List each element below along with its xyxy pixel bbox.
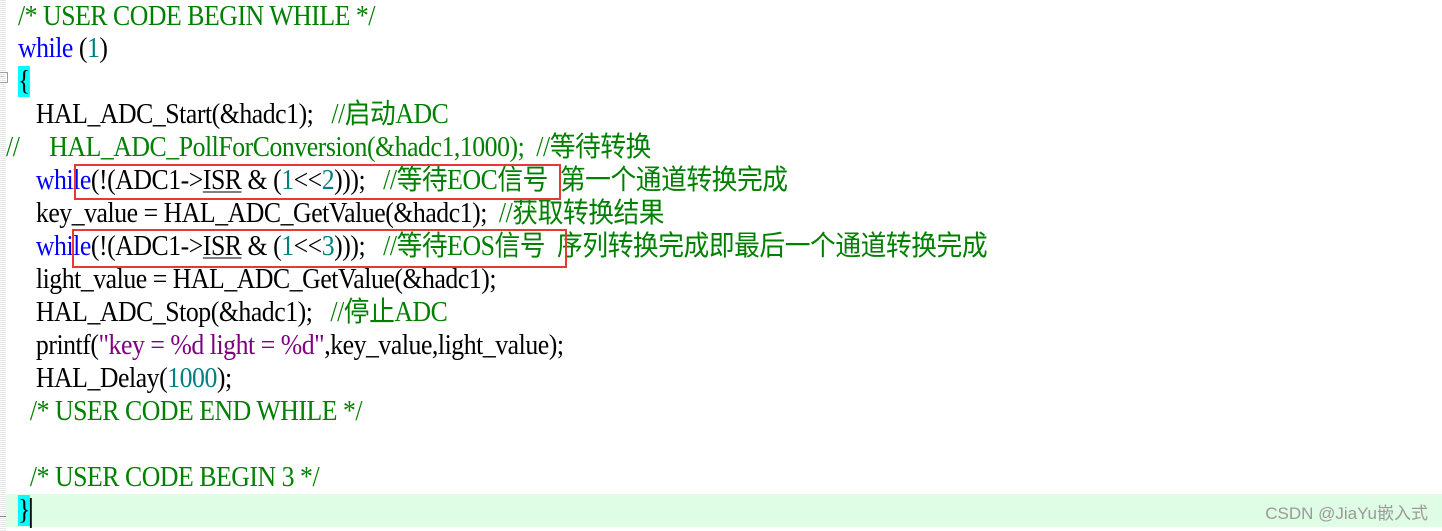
text-cursor bbox=[29, 497, 32, 528]
code-token: HAL_ADC_Start(&hadc1); bbox=[35, 99, 332, 130]
code-line[interactable]: key_value = HAL_ADC_GetValue(&hadc1); //… bbox=[6, 197, 1327, 230]
code-line[interactable]: /* USER CODE BEGIN 3 */ bbox=[6, 461, 1327, 494]
code-token: HAL_ADC_Stop(&hadc1); bbox=[35, 297, 331, 328]
code-line[interactable]: HAL_Delay(1000); bbox=[6, 362, 1327, 395]
code-comment: //启动ADC bbox=[331, 99, 449, 130]
code-line[interactable]: // HAL_ADC_PollForConversion(&hadc1,1000… bbox=[6, 131, 1327, 164]
code-token: ( bbox=[72, 33, 88, 64]
code-number: 1 bbox=[87, 33, 100, 64]
code-line[interactable]: while (1) bbox=[6, 32, 1327, 65]
code-line[interactable]: /* USER CODE END WHILE */ bbox=[6, 395, 1327, 428]
code-comment: /* USER CODE END WHILE */ bbox=[29, 396, 363, 427]
code-token: printf( bbox=[35, 330, 99, 361]
code-string: "key = %d light = %d" bbox=[98, 330, 325, 361]
code-line[interactable]: /* USER CODE BEGIN WHILE */ bbox=[6, 0, 1327, 33]
highlight-box-eos bbox=[72, 229, 567, 268]
code-token: ) bbox=[99, 33, 108, 64]
code-line[interactable]: HAL_ADC_Start(&hadc1); //启动ADC bbox=[6, 98, 1327, 131]
code-token: HAL_Delay( bbox=[35, 363, 168, 394]
code-line[interactable]: } bbox=[6, 494, 1442, 528]
code-number: 1000 bbox=[167, 363, 217, 394]
code-comment: //获取转换结果 bbox=[498, 198, 665, 229]
matched-brace: { bbox=[17, 66, 30, 97]
matched-brace: } bbox=[17, 495, 30, 526]
code-comment: /* USER CODE BEGIN WHILE */ bbox=[17, 1, 375, 32]
code-token: light_value = HAL_ADC_GetValue(&hadc1); bbox=[35, 264, 497, 295]
code-line[interactable] bbox=[6, 428, 1327, 461]
code-comment: // HAL_ADC_PollForConversion(&hadc1,1000… bbox=[6, 132, 651, 163]
code-line[interactable]: HAL_ADC_Stop(&hadc1); //停止ADC bbox=[6, 296, 1327, 329]
code-keyword: while bbox=[17, 33, 73, 64]
watermark: CSDN @JiaYu嵌入式 bbox=[1265, 504, 1428, 523]
code-token: key_value = HAL_ADC_GetValue(&hadc1); bbox=[35, 198, 499, 229]
code-comment: //停止ADC bbox=[330, 297, 448, 328]
code-token: ); bbox=[216, 363, 232, 394]
code-token: ,key_value,light_value); bbox=[324, 330, 564, 361]
highlight-box-eoc bbox=[74, 164, 561, 200]
code-comment: /* USER CODE BEGIN 3 */ bbox=[29, 462, 320, 493]
code-line[interactable]: printf("key = %d light = %d",key_value,l… bbox=[6, 329, 1327, 362]
code-line[interactable]: { bbox=[6, 65, 1327, 98]
